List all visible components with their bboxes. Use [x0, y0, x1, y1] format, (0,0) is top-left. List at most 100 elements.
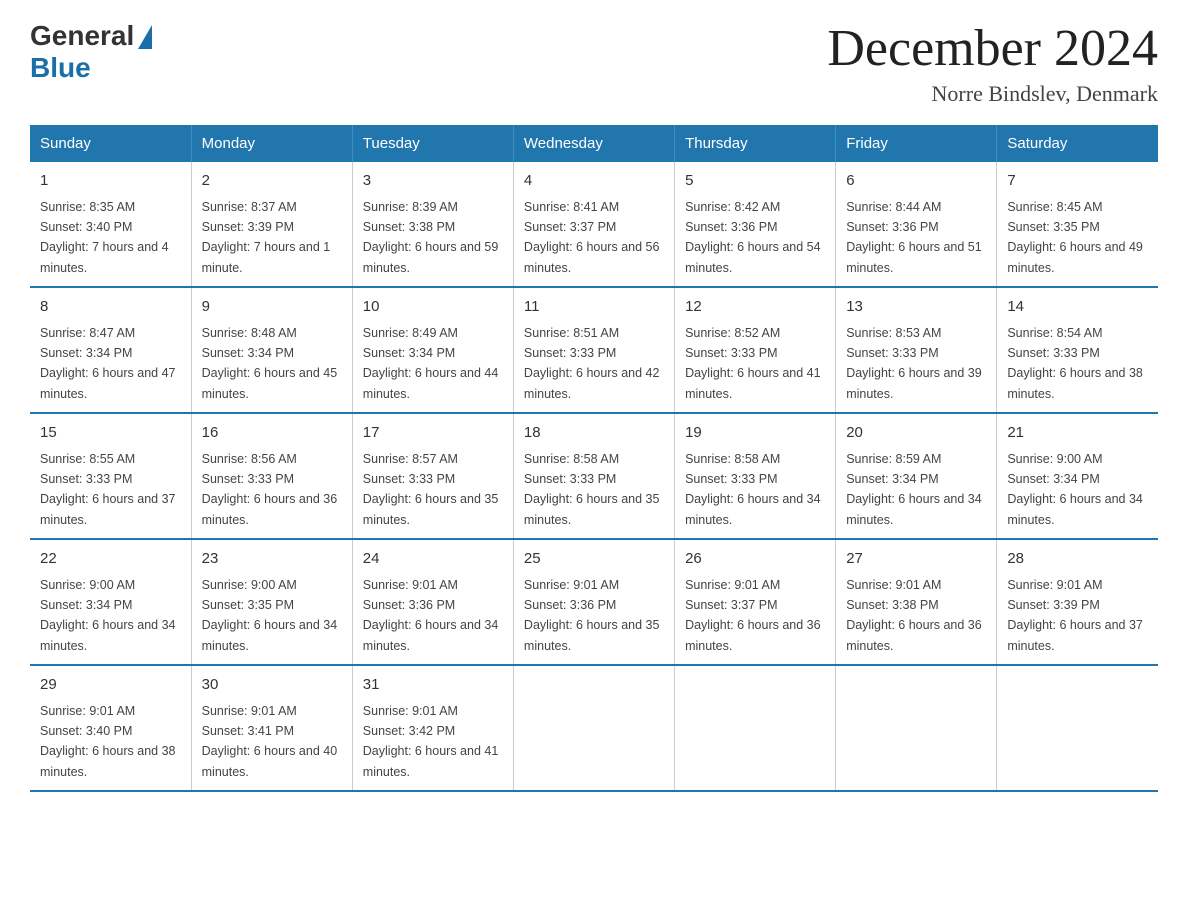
- day-info: Sunrise: 9:00 AMSunset: 3:34 PMDaylight:…: [1007, 452, 1143, 527]
- day-info: Sunrise: 8:56 AMSunset: 3:33 PMDaylight:…: [202, 452, 338, 527]
- title-area: December 2024 Norre Bindslev, Denmark: [827, 20, 1158, 107]
- day-info: Sunrise: 8:42 AMSunset: 3:36 PMDaylight:…: [685, 200, 821, 275]
- day-info: Sunrise: 8:47 AMSunset: 3:34 PMDaylight:…: [40, 326, 176, 401]
- day-number: 24: [363, 548, 503, 571]
- day-info: Sunrise: 8:59 AMSunset: 3:34 PMDaylight:…: [846, 452, 982, 527]
- day-number: 15: [40, 422, 181, 445]
- calendar-day: 26Sunrise: 9:01 AMSunset: 3:37 PMDayligh…: [675, 539, 836, 665]
- day-number: 22: [40, 548, 181, 571]
- calendar-day: [675, 665, 836, 791]
- day-number: 30: [202, 674, 342, 697]
- day-number: 23: [202, 548, 342, 571]
- calendar-day: 2 Sunrise: 8:37 AMSunset: 3:39 PMDaylight…: [191, 162, 352, 287]
- day-number: 1: [40, 170, 181, 193]
- day-info: Sunrise: 9:01 AMSunset: 3:40 PMDaylight:…: [40, 704, 176, 779]
- day-info: Sunrise: 8:39 AMSunset: 3:38 PMDaylight:…: [363, 200, 499, 275]
- day-number: 21: [1007, 422, 1148, 445]
- calendar-body: 1 Sunrise: 8:35 AMSunset: 3:40 PMDaylight…: [30, 162, 1158, 791]
- weekday-header-monday: Monday: [191, 125, 352, 162]
- calendar-day: 20 Sunrise: 8:59 AMSunset: 3:34 PMDayligh…: [836, 413, 997, 539]
- day-info: Sunrise: 8:55 AMSunset: 3:33 PMDaylight:…: [40, 452, 176, 527]
- calendar-day: 10 Sunrise: 8:49 AMSunset: 3:34 PMDayligh…: [352, 287, 513, 413]
- weekday-header-sunday: Sunday: [30, 125, 191, 162]
- calendar-day: 23Sunrise: 9:00 AMSunset: 3:35 PMDayligh…: [191, 539, 352, 665]
- day-number: 31: [363, 674, 503, 697]
- logo: General Blue: [30, 20, 152, 84]
- day-number: 11: [524, 296, 664, 319]
- location-title: Norre Bindslev, Denmark: [827, 81, 1158, 107]
- day-info: Sunrise: 8:37 AMSunset: 3:39 PMDaylight:…: [202, 200, 331, 275]
- calendar-day: 21 Sunrise: 9:00 AMSunset: 3:34 PMDayligh…: [997, 413, 1158, 539]
- calendar-day: 25Sunrise: 9:01 AMSunset: 3:36 PMDayligh…: [513, 539, 674, 665]
- calendar-day: 14 Sunrise: 8:54 AMSunset: 3:33 PMDayligh…: [997, 287, 1158, 413]
- day-info: Sunrise: 8:54 AMSunset: 3:33 PMDaylight:…: [1007, 326, 1143, 401]
- calendar-week-2: 8 Sunrise: 8:47 AMSunset: 3:34 PMDaylight…: [30, 287, 1158, 413]
- calendar-week-1: 1 Sunrise: 8:35 AMSunset: 3:40 PMDaylight…: [30, 162, 1158, 287]
- day-number: 9: [202, 296, 342, 319]
- calendar-week-5: 29 Sunrise: 9:01 AMSunset: 3:40 PMDayligh…: [30, 665, 1158, 791]
- day-number: 18: [524, 422, 664, 445]
- day-info: Sunrise: 8:48 AMSunset: 3:34 PMDaylight:…: [202, 326, 338, 401]
- weekday-header-saturday: Saturday: [997, 125, 1158, 162]
- day-number: 16: [202, 422, 342, 445]
- day-number: 29: [40, 674, 181, 697]
- calendar-day: 3 Sunrise: 8:39 AMSunset: 3:38 PMDaylight…: [352, 162, 513, 287]
- day-info: Sunrise: 8:49 AMSunset: 3:34 PMDaylight:…: [363, 326, 499, 401]
- calendar-day: 4 Sunrise: 8:41 AMSunset: 3:37 PMDaylight…: [513, 162, 674, 287]
- calendar-day: 18 Sunrise: 8:58 AMSunset: 3:33 PMDayligh…: [513, 413, 674, 539]
- day-number: 27: [846, 548, 986, 571]
- day-info: Sunrise: 8:51 AMSunset: 3:33 PMDaylight:…: [524, 326, 660, 401]
- calendar-day: 27Sunrise: 9:01 AMSunset: 3:38 PMDayligh…: [836, 539, 997, 665]
- day-info: Sunrise: 8:57 AMSunset: 3:33 PMDaylight:…: [363, 452, 499, 527]
- day-number: 25: [524, 548, 664, 571]
- day-info: Sunrise: 9:00 AMSunset: 3:34 PMDaylight:…: [40, 578, 176, 653]
- day-number: 20: [846, 422, 986, 445]
- calendar-day: 31 Sunrise: 9:01 AMSunset: 3:42 PMDayligh…: [352, 665, 513, 791]
- calendar-day: 28Sunrise: 9:01 AMSunset: 3:39 PMDayligh…: [997, 539, 1158, 665]
- day-number: 17: [363, 422, 503, 445]
- logo-blue-text: Blue: [30, 52, 91, 84]
- day-number: 19: [685, 422, 825, 445]
- day-info: Sunrise: 8:53 AMSunset: 3:33 PMDaylight:…: [846, 326, 982, 401]
- day-info: Sunrise: 9:01 AMSunset: 3:42 PMDaylight:…: [363, 704, 499, 779]
- calendar-day: 15 Sunrise: 8:55 AMSunset: 3:33 PMDayligh…: [30, 413, 191, 539]
- weekday-header-thursday: Thursday: [675, 125, 836, 162]
- calendar-day: [513, 665, 674, 791]
- calendar-day: 9 Sunrise: 8:48 AMSunset: 3:34 PMDaylight…: [191, 287, 352, 413]
- day-number: 6: [846, 170, 986, 193]
- day-number: 14: [1007, 296, 1148, 319]
- calendar-day: 24Sunrise: 9:01 AMSunset: 3:36 PMDayligh…: [352, 539, 513, 665]
- day-number: 5: [685, 170, 825, 193]
- day-number: 12: [685, 296, 825, 319]
- calendar-day: [997, 665, 1158, 791]
- calendar-day: 11 Sunrise: 8:51 AMSunset: 3:33 PMDayligh…: [513, 287, 674, 413]
- day-info: Sunrise: 8:41 AMSunset: 3:37 PMDaylight:…: [524, 200, 660, 275]
- calendar-day: 13Sunrise: 8:53 AMSunset: 3:33 PMDayligh…: [836, 287, 997, 413]
- logo-triangle-icon: [138, 25, 152, 49]
- day-info: Sunrise: 9:01 AMSunset: 3:41 PMDaylight:…: [202, 704, 338, 779]
- page-header: General Blue December 2024 Norre Bindsle…: [30, 20, 1158, 107]
- calendar-day: 5 Sunrise: 8:42 AMSunset: 3:36 PMDaylight…: [675, 162, 836, 287]
- day-info: Sunrise: 8:44 AMSunset: 3:36 PMDaylight:…: [846, 200, 982, 275]
- logo-general-text: General: [30, 20, 134, 52]
- calendar-day: 19Sunrise: 8:58 AMSunset: 3:33 PMDayligh…: [675, 413, 836, 539]
- calendar-table: SundayMondayTuesdayWednesdayThursdayFrid…: [30, 125, 1158, 792]
- calendar-day: 17 Sunrise: 8:57 AMSunset: 3:33 PMDayligh…: [352, 413, 513, 539]
- day-number: 2: [202, 170, 342, 193]
- calendar-day: 7Sunrise: 8:45 AMSunset: 3:35 PMDaylight…: [997, 162, 1158, 287]
- day-info: Sunrise: 8:35 AMSunset: 3:40 PMDaylight:…: [40, 200, 169, 275]
- weekday-header-row: SundayMondayTuesdayWednesdayThursdayFrid…: [30, 125, 1158, 162]
- calendar-day: 8 Sunrise: 8:47 AMSunset: 3:34 PMDaylight…: [30, 287, 191, 413]
- day-number: 7: [1007, 170, 1148, 193]
- day-number: 10: [363, 296, 503, 319]
- day-info: Sunrise: 8:58 AMSunset: 3:33 PMDaylight:…: [524, 452, 660, 527]
- calendar-week-4: 22 Sunrise: 9:00 AMSunset: 3:34 PMDayligh…: [30, 539, 1158, 665]
- day-number: 3: [363, 170, 503, 193]
- day-number: 8: [40, 296, 181, 319]
- weekday-header-friday: Friday: [836, 125, 997, 162]
- day-number: 4: [524, 170, 664, 193]
- calendar-day: 1 Sunrise: 8:35 AMSunset: 3:40 PMDaylight…: [30, 162, 191, 287]
- calendar-day: 6 Sunrise: 8:44 AMSunset: 3:36 PMDaylight…: [836, 162, 997, 287]
- calendar-day: 29 Sunrise: 9:01 AMSunset: 3:40 PMDayligh…: [30, 665, 191, 791]
- day-info: Sunrise: 9:01 AMSunset: 3:37 PMDaylight:…: [685, 578, 821, 653]
